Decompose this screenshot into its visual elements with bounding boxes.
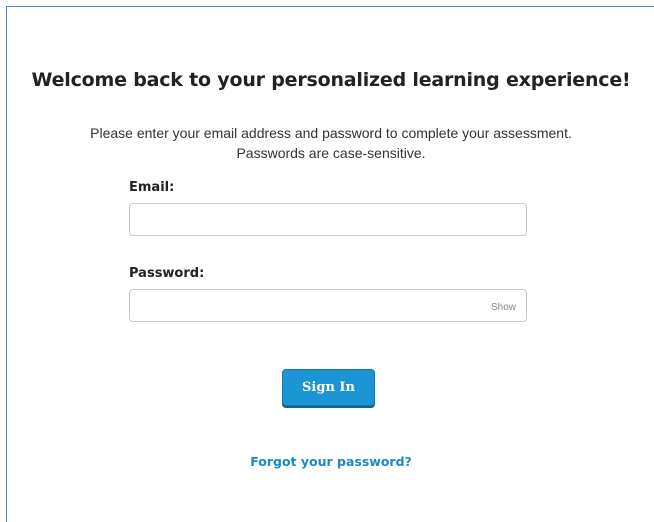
password-label: Password: bbox=[129, 266, 205, 281]
subtitle-line-instructions: Please enter your email address and pass… bbox=[90, 125, 572, 141]
login-panel: Welcome back to your personalized learni… bbox=[6, 6, 654, 522]
forgot-password-link[interactable]: Forgot your password? bbox=[7, 454, 654, 469]
password-field[interactable] bbox=[129, 289, 527, 322]
sign-in-button[interactable]: Sign In bbox=[282, 369, 375, 406]
email-field[interactable] bbox=[129, 203, 527, 236]
page-title: Welcome back to your personalized learni… bbox=[31, 69, 631, 91]
subtitle-line-case-note: Passwords are case-sensitive. bbox=[236, 145, 426, 161]
show-password-toggle[interactable]: Show bbox=[491, 302, 516, 313]
page-subtitle: Please enter your email address and pass… bbox=[7, 123, 654, 163]
email-label: Email: bbox=[129, 180, 175, 195]
